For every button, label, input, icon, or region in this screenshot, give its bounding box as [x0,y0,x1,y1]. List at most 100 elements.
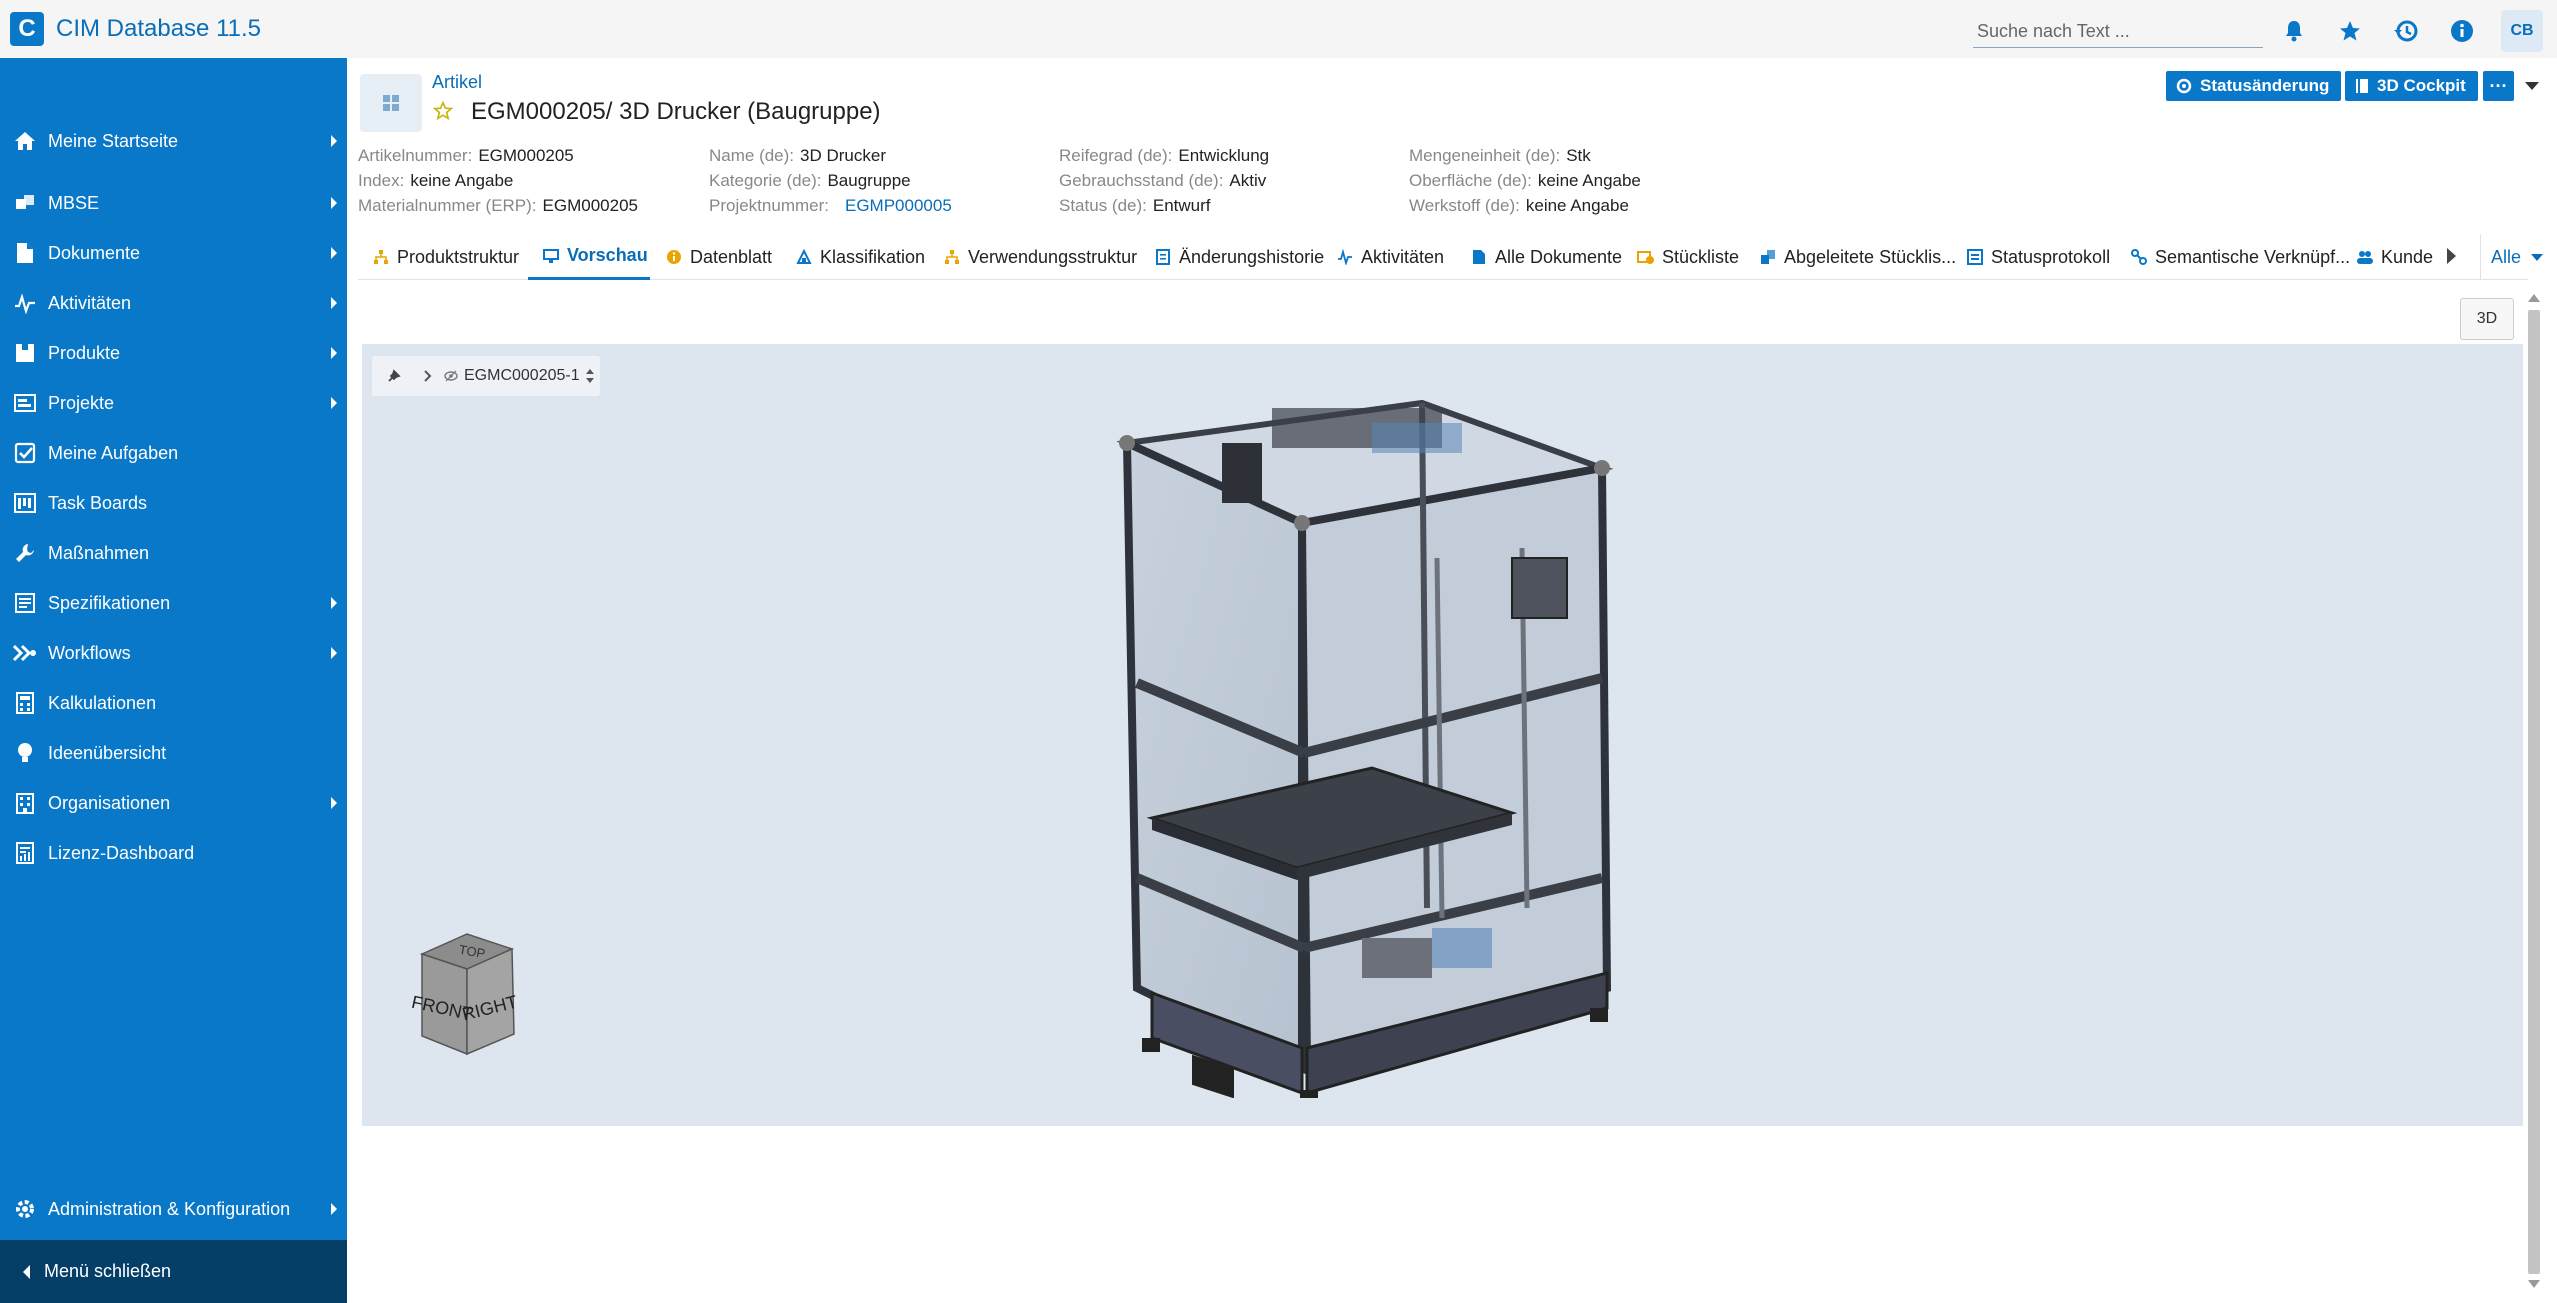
attribute-row: Gebrauchsstand (de): Aktiv [1059,171,1266,191]
tab-semantische-verknüpf[interactable]: Semantische Verknüpf... [2130,234,2350,280]
sidebar-item-label: MBSE [48,192,100,213]
tab-aktivitäten[interactable]: Aktivitäten [1336,234,1444,280]
sidebar-item-spezifikationen[interactable]: Spezifikationen [0,580,347,626]
visibility-icon[interactable] [442,364,460,388]
status-icon [2176,78,2192,94]
history-icon[interactable] [2389,14,2423,48]
sidebar-item-label: Administration & Konfiguration [48,1198,291,1219]
tab-alle-dokumente[interactable]: Alle Dokumente [1470,234,1622,280]
classification-icon [795,248,813,266]
attribute-value: Entwurf [1152,196,1211,215]
attribute-value-link[interactable]: EGMP000005 [845,196,952,215]
pin-icon[interactable] [382,364,406,388]
tab-verwendungsstruktur[interactable]: Verwendungsstruktur [943,234,1137,280]
sidebar-item-label: Produkte [48,342,121,363]
tab-datenblatt[interactable]: Datenblatt [665,234,772,280]
attribute-row: Kategorie (de): Baugruppe [709,171,911,191]
3d-printer-model[interactable] [1042,348,1642,1098]
tab-vorschau[interactable]: Vorschau [528,234,650,280]
avatar[interactable]: CB [2501,10,2543,52]
app-logo[interactable]: C [10,12,44,46]
attribute-label: Gebrauchsstand (de): [1059,171,1224,190]
attribute-value: EGM000205 [542,196,638,215]
gear-icon [13,1197,37,1221]
tab-all-dropdown[interactable]: Alle [2480,234,2544,280]
tab-stückliste[interactable]: Stückliste [1637,234,1739,280]
attribute-label: Index: [358,171,405,190]
spec-icon [13,591,37,615]
sidebar-item-label: Task Boards [48,492,148,513]
tab-kunde[interactable]: Kunde [2356,234,2433,280]
3d-cockpit-button[interactable]: 3D Cockpit [2345,71,2478,101]
sidebar-item-dokumente[interactable]: Dokumente [0,230,347,276]
sidebar-item-ideenübersicht[interactable]: Ideenübersicht [0,730,347,776]
building-icon [13,791,37,815]
tab-abgeleitete-stücklis[interactable]: Abgeleitete Stücklis... [1759,234,1956,280]
app-title[interactable]: CIM Database 11.5 [56,15,261,43]
sidebar-item-workflows[interactable]: Workflows [0,630,347,676]
bell-icon[interactable] [2277,14,2311,48]
chevron-right-icon [331,347,337,359]
sidebar-item-maßnahmen[interactable]: Maßnahmen [0,530,347,576]
attribute-label: Werkstoff (de): [1409,196,1520,215]
view-cube[interactable]: TOP FRONT RIGHT [412,924,552,1064]
tab-produktstruktur[interactable]: Produktstruktur [372,234,519,280]
caret-down-icon[interactable] [2525,82,2539,90]
check-square-icon [13,441,37,465]
tab-klassifikation[interactable]: Klassifikation [795,234,925,280]
attribute-row: Status (de): Entwurf [1059,196,1211,216]
attribute-label: Status (de): [1059,196,1147,215]
close-menu-label: Menü schließen [44,1261,172,1281]
sidebar-item-label: Projekte [48,392,115,413]
sidebar-item-meine-aufgaben[interactable]: Meine Aufgaben [0,430,347,476]
attribute-row: Projektnummer: EGMP000005 [709,196,952,216]
tab-label: Abgeleitete Stücklis... [1784,246,1957,267]
attribute-value: keine Angabe [1537,171,1641,190]
chevron-down-icon [2531,253,2544,261]
project-icon [13,391,37,415]
sidebar-item-produkte[interactable]: Produkte [0,330,347,376]
sidebar-item-organisationen[interactable]: Organisationen [0,780,347,826]
more-actions-button[interactable]: ··· [2483,71,2514,101]
star-icon[interactable] [2333,14,2367,48]
attribute-label: Mengeneinheit (de): [1409,146,1561,165]
board-icon [13,491,37,515]
sidebar-item-administration[interactable]: Administration & Konfiguration [0,1186,347,1232]
sidebar-item-meine-startseite[interactable]: Meine Startseite [0,118,347,164]
info-circle-icon [665,248,683,266]
sidebar-item-projekte[interactable]: Projekte [0,380,347,426]
chevron-right-icon[interactable] [416,364,440,388]
tab-scroll-right-icon[interactable] [2447,248,2456,264]
sidebar-item-lizenz-dashboard[interactable]: Lizenz-Dashboard [0,830,347,876]
sidebar-item-task-boards[interactable]: Task Boards [0,480,347,526]
tab-statusprotokoll[interactable]: Statusprotokoll [1966,234,2110,280]
top-bar: C CIM Database 11.5 CB [0,0,2557,58]
info-icon[interactable] [2445,14,2479,48]
attribute-value: Stk [1566,146,1591,165]
favorite-star-icon[interactable] [432,100,456,124]
sidebar-item-mbse[interactable]: MBSE [0,180,347,226]
tab-label: Aktivitäten [1361,246,1445,267]
sidebar-item-label: Spezifikationen [48,592,171,613]
assembly-stepper[interactable] [585,369,594,383]
search-input[interactable] [1973,16,2263,48]
attribute-value: 3D Drucker [800,146,886,165]
status-change-button[interactable]: Statusänderung [2166,71,2342,101]
attribute-row: Artikelnummer: EGM000205 [358,146,574,166]
lightbulb-icon [13,741,37,765]
bom-icon [1637,248,1655,266]
close-menu-button[interactable]: Menü schließen [0,1240,347,1303]
sidebar-item-kalkulationen[interactable]: Kalkulationen [0,680,347,726]
sidebar-item-label: Aktivitäten [48,292,132,313]
tab-änderungshistorie[interactable]: Änderungshistorie [1154,234,1324,280]
3d-viewer[interactable]: EGMC000205-1 TOP FRONT RIGHT [362,344,2523,1126]
object-type-link[interactable]: Artikel [432,72,482,93]
attribute-label: Artikelnummer: [358,146,473,165]
content-scrollbar[interactable] [2524,292,2544,1292]
tab-label: Datenblatt [690,246,773,267]
monitor-icon [542,247,560,265]
3d-mode-button[interactable]: 3D [2460,298,2514,340]
sidebar-item-label: Meine Aufgaben [48,442,179,463]
sidebar-item-aktivitäten[interactable]: Aktivitäten [0,280,347,326]
attribute-label: Kategorie (de): [709,171,822,190]
